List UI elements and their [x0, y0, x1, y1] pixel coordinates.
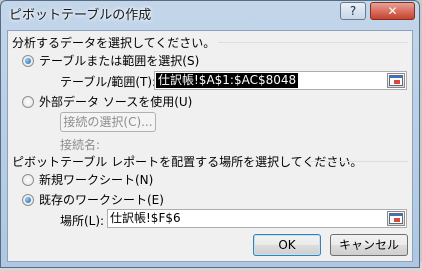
source-section-heading: 分析するデータを選択してください。	[12, 36, 216, 50]
close-button[interactable]: ✕	[370, 2, 415, 20]
table-range-input[interactable]: 仕訳帳!$A$1:$AC$8048	[154, 71, 407, 90]
dialog-title: ピボットテーブルの作成	[9, 8, 152, 23]
new-worksheet-option-label[interactable]: 新規ワークシート(N)	[39, 171, 153, 188]
external-source-option-label[interactable]: 外部データ ソースを使用(U)	[39, 93, 192, 110]
new-worksheet-radio[interactable]	[22, 174, 34, 186]
existing-worksheet-radio[interactable]	[22, 194, 34, 206]
table-range-value: 仕訳帳!$A$1:$AC$8048	[156, 73, 299, 88]
help-button[interactable]: ?	[340, 2, 366, 20]
dialog-body: 分析するデータを選択してください。 テーブルまたは範囲を選択(S) テーブル/範…	[7, 30, 413, 262]
create-pivottable-dialog: ピボットテーブルの作成 ? ✕ 分析するデータを選択してください。 テーブルまた…	[0, 0, 420, 268]
table-range-label: テーブル/範囲(T):	[60, 75, 157, 89]
collapse-dialog-button[interactable]	[387, 211, 405, 226]
group-divider	[218, 42, 408, 43]
ok-button[interactable]: OK	[253, 234, 321, 256]
cancel-button[interactable]: キャンセル	[330, 234, 408, 256]
table-range-radio[interactable]	[22, 55, 34, 67]
location-label: 場所(L):	[60, 214, 105, 228]
existing-worksheet-option-label[interactable]: 既存のワークシート(E)	[39, 191, 164, 208]
collapse-dialog-icon	[389, 75, 403, 86]
choose-connection-button[interactable]: 接続の選択(C)...	[60, 112, 156, 132]
location-input[interactable]: 仕訳帳!$F$6	[107, 209, 407, 228]
title-bar: ピボットテーブルの作成 ? ✕	[1, 1, 419, 27]
group-divider	[306, 161, 408, 162]
table-range-option-label[interactable]: テーブルまたは範囲を選択(S)	[39, 52, 199, 69]
location-value: 仕訳帳!$F$6	[110, 211, 181, 225]
connection-name-label: 接続名:	[60, 138, 101, 152]
collapse-dialog-button[interactable]	[387, 73, 405, 88]
collapse-dialog-icon	[389, 213, 403, 224]
external-source-radio[interactable]	[22, 96, 34, 108]
